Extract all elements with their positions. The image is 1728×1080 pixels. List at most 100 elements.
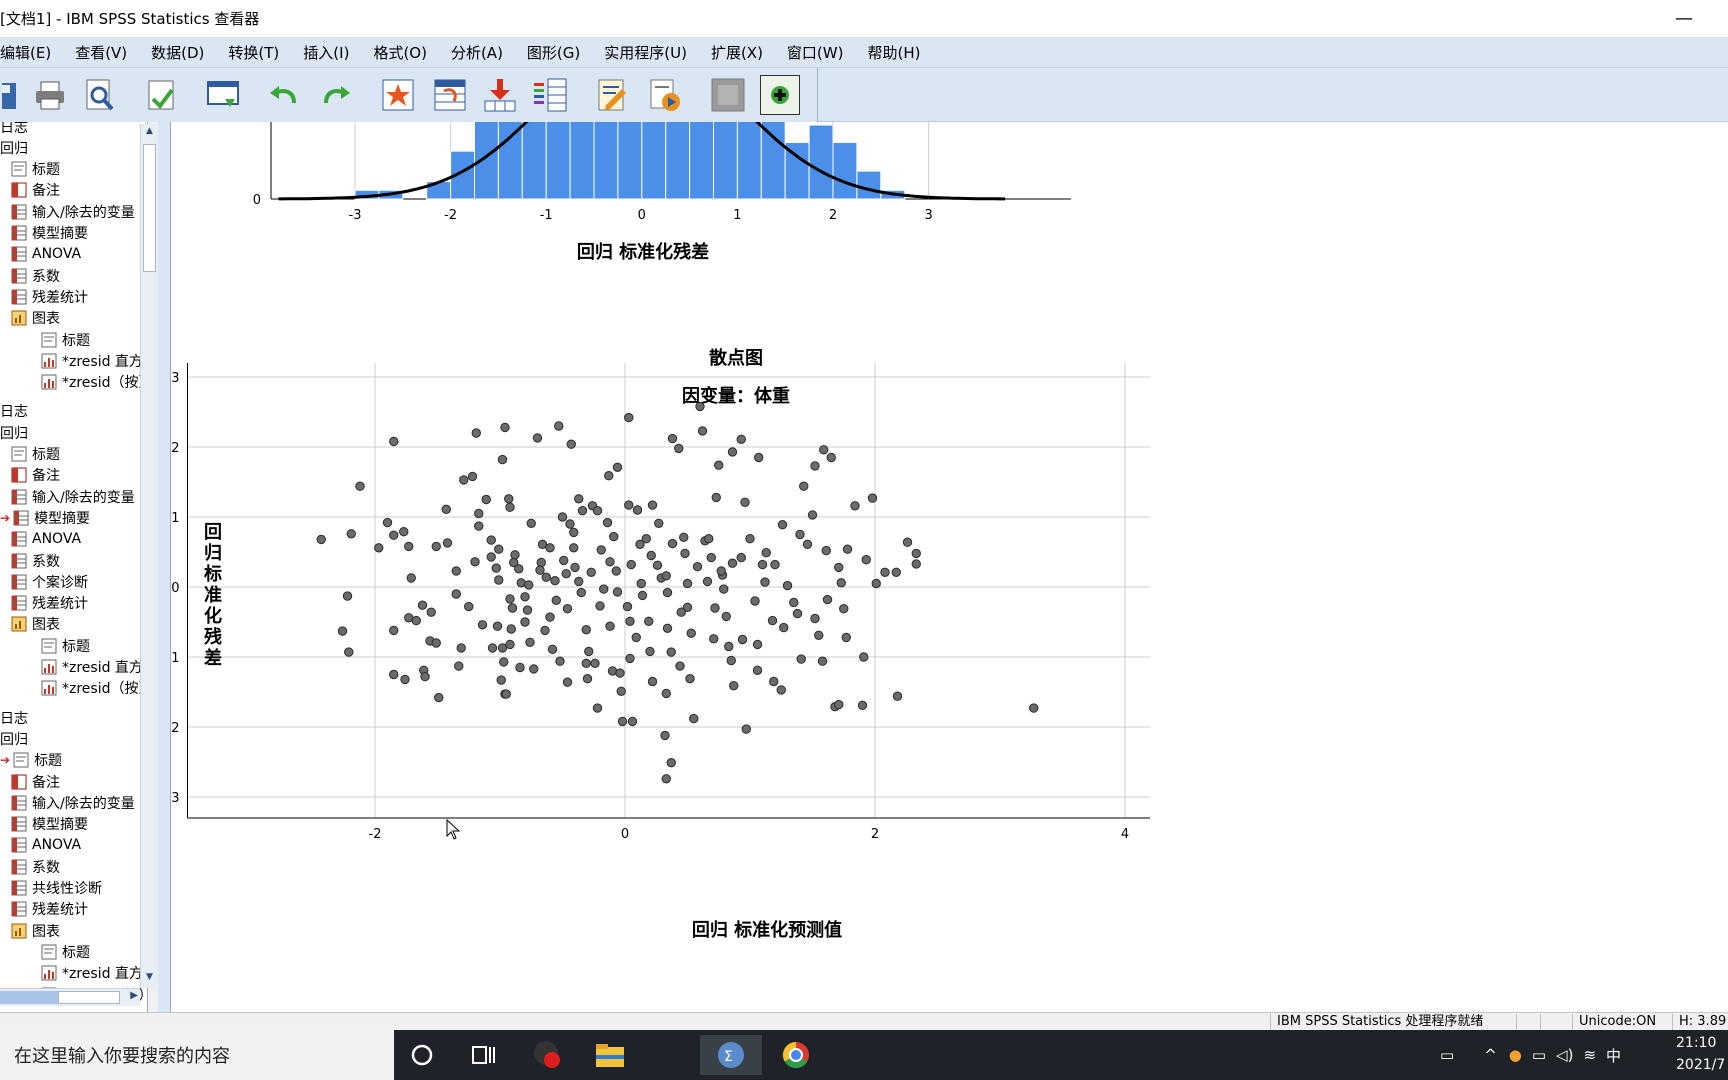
outline-row[interactable]: 标题 xyxy=(40,329,90,350)
pane-splitter[interactable] xyxy=(158,122,170,1012)
minimize-button[interactable]: — xyxy=(1670,6,1698,32)
menu-item-10[interactable]: 窗口(W) xyxy=(775,42,856,63)
outline-row[interactable]: *zresid 直方图 xyxy=(40,350,147,371)
goto-data-icon[interactable] xyxy=(378,75,418,115)
add-icon[interactable] xyxy=(760,75,800,115)
outline-row[interactable]: 输入/除去的变量 xyxy=(10,486,135,507)
undo-icon[interactable] xyxy=(264,75,304,115)
goto-variable-icon[interactable] xyxy=(480,75,520,115)
outline-row[interactable]: 回归 xyxy=(0,137,28,158)
scatter-point xyxy=(859,652,869,662)
outline-row[interactable]: 个案诊断 xyxy=(10,571,88,592)
scatter-point xyxy=(689,713,699,724)
outline-row[interactable]: 回归 xyxy=(0,422,28,443)
action-center-icon[interactable]: ▭ xyxy=(1440,1046,1454,1064)
outline-row[interactable]: 标题 xyxy=(10,444,60,465)
menu-item-2[interactable]: 数据(D) xyxy=(139,42,216,63)
scroll-right-icon[interactable]: ▶ xyxy=(130,990,138,1001)
outline-row[interactable]: 共线性诊断 xyxy=(10,878,102,899)
outline-row[interactable]: 备注 xyxy=(10,465,60,486)
scatter-point xyxy=(566,439,576,449)
outline-row[interactable]: ANOVA xyxy=(10,835,81,856)
outline-row[interactable]: 输入/除去的变量 xyxy=(10,792,135,813)
wifi-icon[interactable]: ≋ xyxy=(1583,1046,1596,1064)
outline-row[interactable]: 系数 xyxy=(10,856,60,877)
scatter-point xyxy=(494,575,504,585)
menu-item-3[interactable]: 转换(T) xyxy=(216,42,291,63)
y-tick-label: 3 xyxy=(171,371,179,386)
outline-row[interactable]: 输入/除去的变量 xyxy=(10,201,135,222)
screen-recorder-icon[interactable] xyxy=(528,1035,568,1075)
outline-vertical-scrollbar[interactable]: ▲ ▼ xyxy=(140,124,158,988)
outline-row[interactable]: 标题 xyxy=(10,159,60,180)
menu-item-9[interactable]: 扩展(X) xyxy=(699,42,775,63)
outline-row[interactable]: 日志 xyxy=(0,122,28,137)
outline-row[interactable]: *zresid 直方图 xyxy=(40,657,147,678)
outline-horizontal-scrollbar[interactable]: ▶ xyxy=(0,988,140,1006)
outline-row[interactable]: ANOVA xyxy=(10,244,81,265)
outline-row[interactable]: ➔ 模型摘要 xyxy=(0,507,90,528)
output-content-pane[interactable]: -3-2-101230回归 标准化残差 散点图因变量：体重-20243210-1… xyxy=(170,122,1728,1012)
chrome-icon[interactable] xyxy=(776,1035,816,1075)
taskbar-search-input[interactable]: 在这里输入你要搜索的内容 xyxy=(0,1030,394,1080)
ime-indicator[interactable]: 中 xyxy=(1606,1045,1621,1066)
outline-row[interactable]: 模型摘要 xyxy=(10,814,88,835)
scatter-point xyxy=(635,539,645,549)
outline-row[interactable]: 残差统计 xyxy=(10,899,88,920)
outline-row[interactable]: 图表 xyxy=(10,308,60,329)
file-explorer-icon[interactable] xyxy=(590,1035,630,1075)
variables-icon[interactable] xyxy=(530,75,570,115)
menu-item-6[interactable]: 分析(A) xyxy=(439,42,515,63)
battery-icon[interactable]: ▭ xyxy=(1532,1046,1546,1064)
spss-task-icon[interactable]: Σ xyxy=(700,1035,762,1075)
scroll-thumb[interactable] xyxy=(58,991,120,1004)
menu-item-1[interactable]: 查看(V) xyxy=(63,42,139,63)
outline-row[interactable]: ➔ 标题 xyxy=(0,750,62,771)
outline-row[interactable]: 日志 xyxy=(0,401,28,422)
outline-row[interactable]: 标题 xyxy=(40,635,90,656)
designate-window-icon[interactable] xyxy=(708,75,748,115)
menu-item-11[interactable]: 帮助(H) xyxy=(855,42,932,63)
goto-case-icon[interactable] xyxy=(430,75,470,115)
outline-row[interactable]: *zresid（按） xyxy=(40,372,147,393)
outline-row[interactable]: 图表 xyxy=(10,614,60,635)
outline-row[interactable]: ANOVA xyxy=(10,529,81,550)
menu-item-7[interactable]: 图形(G) xyxy=(515,42,592,63)
outline-row[interactable]: 回归 xyxy=(0,728,28,749)
scroll-down-icon[interactable]: ▼ xyxy=(143,972,156,986)
outline-row[interactable]: 模型摘要 xyxy=(10,223,88,244)
menu-item-5[interactable]: 格式(O) xyxy=(361,42,439,63)
recall-dialog-icon[interactable] xyxy=(203,75,243,115)
show-hidden-icons[interactable]: ^ xyxy=(1484,1046,1497,1064)
outline-row[interactable]: 备注 xyxy=(10,771,60,792)
outline-row[interactable]: 标题 xyxy=(40,941,90,962)
outline-row[interactable]: 系数 xyxy=(10,550,60,571)
scroll-up-icon[interactable]: ▲ xyxy=(143,126,156,140)
outline-row-label: 回归 xyxy=(0,731,28,748)
outline-row[interactable]: 图表 xyxy=(10,920,60,941)
menu-item-8[interactable]: 实用程序(U) xyxy=(592,42,699,63)
print-icon[interactable] xyxy=(30,75,70,115)
menu-item-4[interactable]: 插入(I) xyxy=(291,42,361,63)
outline-row[interactable]: 残差统计 xyxy=(10,593,88,614)
app-tray-icon[interactable]: ● xyxy=(1509,1046,1522,1064)
outline-row[interactable]: *zresid（按） xyxy=(40,678,147,699)
export-icon[interactable] xyxy=(141,75,181,115)
task-view-icon[interactable] xyxy=(464,1035,504,1075)
x-tick-label: 2 xyxy=(871,827,879,842)
show-output-icon[interactable] xyxy=(592,75,632,115)
taskbar-clock[interactable]: 21:10 2021/7 xyxy=(1676,1032,1728,1076)
outline-row[interactable]: 备注 xyxy=(10,180,60,201)
outline-row[interactable]: 残差统计 xyxy=(10,286,88,307)
run-script-icon[interactable] xyxy=(644,75,684,115)
outline-pane[interactable]: 日志 回归 标题 备注 输入/除去的变量 模型摘要 ANOVA 系数 残差统计 图表 标题 *zres… xyxy=(0,122,148,1012)
menu-item-0[interactable]: 编辑(E) xyxy=(0,42,63,63)
outline-row[interactable]: 日志 xyxy=(0,707,28,728)
scroll-thumb[interactable] xyxy=(143,144,156,272)
redo-icon[interactable] xyxy=(316,75,356,115)
print-preview-icon[interactable] xyxy=(79,75,119,115)
volume-icon[interactable]: ◁) xyxy=(1556,1046,1573,1064)
outline-row[interactable]: 系数 xyxy=(10,265,60,286)
cortana-icon[interactable] xyxy=(402,1035,442,1075)
outline-row[interactable]: *zresid 直方图 xyxy=(40,963,147,984)
